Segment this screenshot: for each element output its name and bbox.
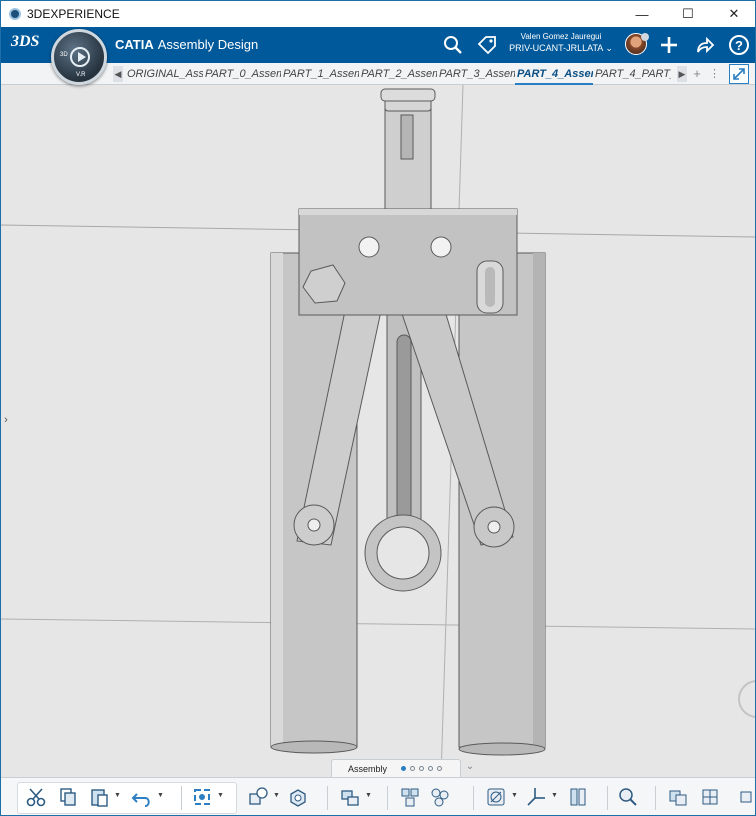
fullscreen-toggle-button[interactable] [729,64,749,84]
status-badge [641,33,649,41]
user-name: Valen Gomez Jauregui [520,32,602,41]
page-dot[interactable] [437,766,443,771]
compass-axis-icon[interactable] [525,786,547,808]
section-page-dots [401,766,443,771]
minimize-button[interactable]: — [619,1,665,27]
section-dropdown-caret[interactable]: ▼ [511,792,519,800]
help-icon[interactable]: ? [727,33,751,57]
insert-part-icon[interactable] [287,786,309,808]
screw-part[interactable] [380,88,436,212]
tab-original-assembly[interactable]: ORIGINAL_Ass [125,63,203,85]
compass-button[interactable]: 3D V.R [51,29,107,85]
toolbar-separator [473,786,474,810]
tab-menu-button[interactable]: ⋮ [709,65,720,83]
update-dropdown-caret[interactable]: ▼ [217,792,225,800]
undo-dropdown-caret[interactable]: ▼ [157,792,165,800]
tab-part-1-assembly[interactable]: PART_1_Assem [281,63,359,85]
robot-widget-icon[interactable] [738,680,756,718]
cut-icon[interactable] [25,786,47,808]
explode-icon[interactable] [399,786,421,808]
section-icon[interactable] [485,786,507,808]
page-dot[interactable] [410,766,416,771]
tab-part-4-part[interactable]: PART_4_PART_ [593,63,671,85]
constraints-icon[interactable] [567,786,589,808]
toolbar-separator [387,786,388,810]
toolbar-separator [327,786,328,810]
app-title: CATIA Assembly Design [115,37,258,52]
window-titlebar: 3DEXPERIENCE — ☐ ✕ [1,1,755,27]
tab-list: ORIGINAL_AssPART_0_AssemPART_1_AssemPART… [125,63,675,85]
expand-icon [733,68,745,80]
dassault-logo[interactable]: 3DS [11,33,39,57]
section-label: Assembly [348,763,388,774]
replace-dropdown-caret[interactable]: ▼ [365,792,373,800]
page-dot[interactable] [419,766,425,771]
undo-icon[interactable] [131,786,153,808]
top-bar: 3DS 3D V.R CATIA Assembly Design Valen Go… [1,27,755,85]
document-tabs: ◀ ORIGINAL_AssPART_0_AssemPART_1_AssemPA… [1,63,755,85]
catia-window: 3DEXPERIENCE — ☐ ✕ 3DS 3D V.R CATIA Assem… [0,0,756,816]
user-info[interactable]: Valen Gomez Jauregui PRIV-UCANT-JRLLATA … [509,31,613,55]
paste-dropdown-caret[interactable]: ▼ [114,792,122,800]
clash-icon[interactable] [667,786,689,808]
tab-part-2-assembly[interactable]: PART_2_Assem [359,63,437,85]
more-icon[interactable] [737,786,755,808]
roller-pin-part[interactable] [476,260,504,314]
tab-part-3-assembly[interactable]: PART_3_Assem [437,63,515,85]
compass-top-label: 3D [60,52,68,58]
compass-bottom-label: V.R [76,72,86,78]
tree-expand-button[interactable]: › [1,411,11,429]
search-icon[interactable] [441,33,465,57]
app-name: Assembly Design [157,37,259,52]
credentials-selector[interactable]: PRIV-UCANT-JRLLATA ⌄ [509,42,613,55]
close-button[interactable]: ✕ [711,1,755,27]
tab-part-4-assembly[interactable]: PART_4_Assem [515,63,593,85]
update-icon[interactable] [191,786,213,808]
toolbar-separator [607,786,608,810]
replace-icon[interactable] [339,786,361,808]
insert-dropdown-caret[interactable]: ▼ [273,792,281,800]
page-dot[interactable] [428,766,434,771]
toolbar-separator [655,786,656,810]
measure-icon[interactable] [617,786,639,808]
chevron-down-icon: ⌄ [605,43,613,53]
play-icon[interactable] [70,47,90,67]
compass-dropdown-caret[interactable]: ▼ [551,792,559,800]
plus-icon[interactable] [657,33,681,57]
tag-icon[interactable] [475,33,499,57]
toolbar-separator [181,786,182,810]
3dexperience-logo-icon [9,8,21,20]
paste-icon[interactable] [89,786,111,808]
maximize-button[interactable]: ☐ [665,1,711,27]
page-dot[interactable] [401,766,407,771]
tab-scroll-right-button[interactable]: ▶ [677,66,687,82]
section-switcher[interactable]: Assembly [331,759,461,777]
window-title: 3DEXPERIENCE [27,7,120,21]
insert-product-icon[interactable] [247,786,269,808]
chevron-down-icon[interactable]: ⌄ [463,761,477,775]
tools-icon[interactable] [699,786,721,808]
assembly-features-icon[interactable] [429,786,451,808]
tab-scroll-left-button[interactable]: ◀ [113,66,123,82]
3d-viewport[interactable]: › [1,85,756,777]
action-bar: ▼ ▼ ▼ ▼ ▼ ▼ ▼ [1,777,755,815]
share-icon[interactable] [693,33,717,57]
brand-name: CATIA [115,37,154,52]
credentials-label: PRIV-UCANT-JRLLATA [509,43,603,53]
add-tab-button[interactable]: + [691,65,703,83]
svg-text:?: ? [735,38,743,53]
tab-part-0-assembly[interactable]: PART_0_Assem [203,63,281,85]
grid-line [1,618,755,630]
copy-icon[interactable] [57,786,79,808]
assembly-model[interactable] [1,85,756,777]
